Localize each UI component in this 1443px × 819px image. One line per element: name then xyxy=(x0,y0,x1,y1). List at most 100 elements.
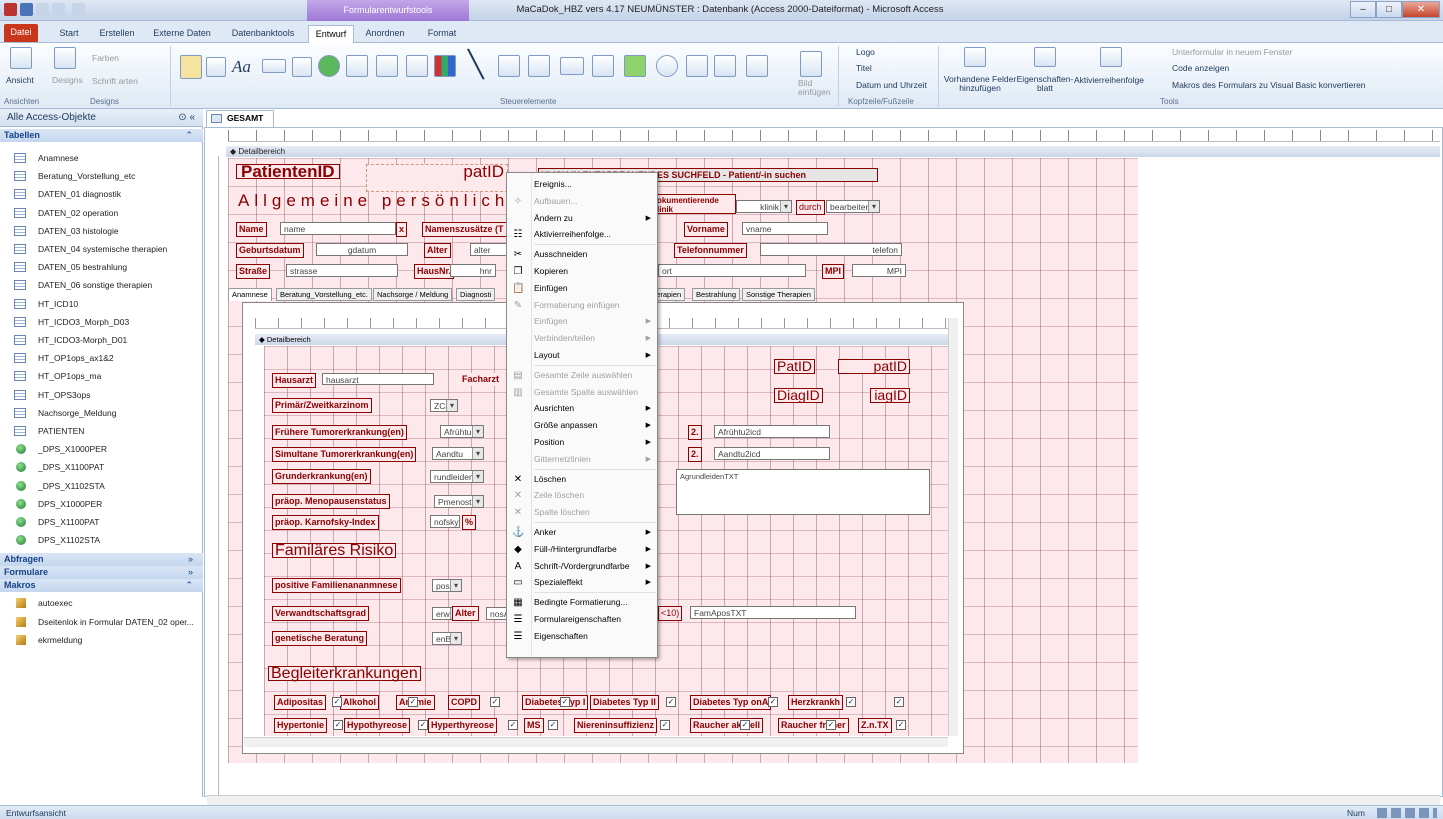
hausnr-field[interactable]: hnr xyxy=(450,264,496,277)
grundleiden-text-field[interactable]: AgrundleidenTXT xyxy=(676,469,930,515)
aktivierreihenfolge-button[interactable]: Aktivierreihenfolge xyxy=(1074,75,1144,85)
insert-image-icon[interactable] xyxy=(800,51,822,77)
begleit-checkbox[interactable]: ✓ xyxy=(666,697,676,707)
context-menu-item[interactable]: ✕ Spalte löschen xyxy=(507,504,657,521)
button-tool-icon[interactable] xyxy=(262,59,286,73)
nav-table-item[interactable]: HT_ICDO3_Morph_D03 xyxy=(0,313,203,331)
chart-tool-icon[interactable] xyxy=(434,55,456,77)
document-tab-gesamt[interactable]: GESAMT xyxy=(206,110,274,127)
nav-linked-table-item[interactable]: _DPS_X1000PER xyxy=(0,440,203,458)
context-menu-item[interactable]: Gitternetzlinien ▶ xyxy=(507,451,657,468)
logo-button[interactable]: Logo xyxy=(856,47,875,57)
context-menu-item[interactable]: ☷ Aktivierreihenfolge... xyxy=(507,226,657,243)
eigenschaftenblatt-button[interactable]: Eigenschaften- blatt xyxy=(1016,75,1074,93)
bild-einfuegen-button[interactable]: Bild einfügen xyxy=(798,79,831,97)
tab-erstellen[interactable]: Erstellen xyxy=(92,25,142,43)
mpi-field[interactable]: MPI xyxy=(852,264,906,277)
farben-button[interactable]: Farben xyxy=(92,53,119,63)
context-menu-item[interactable]: ✂ Ausschneiden xyxy=(507,246,657,263)
nav-category-tabellen[interactable]: Tabellen ⌃ xyxy=(0,129,203,142)
subtab-item[interactable]: Bestrahlung xyxy=(692,288,741,301)
context-menu-item[interactable]: ⚓ Anker ▶ xyxy=(507,524,657,541)
vorhandene-felder-button[interactable]: Vorhandene Felder hinzufügen xyxy=(942,75,1018,93)
context-menu-item[interactable]: 📋 Einfügen xyxy=(507,280,657,297)
ansicht-button[interactable]: Ansicht xyxy=(6,75,34,85)
context-menu-item[interactable]: Größe anpassen ▶ xyxy=(507,417,657,434)
patientenid-label[interactable]: PatientenID xyxy=(236,163,340,180)
designs-button[interactable]: Designs xyxy=(52,75,83,85)
schriftarten-button[interactable]: Schrift arten xyxy=(92,76,138,86)
toggle-icon[interactable] xyxy=(498,55,520,77)
vorname-field[interactable]: vname xyxy=(742,222,828,235)
nav-table-item[interactable]: HT_OP1ops_ax1&2 xyxy=(0,349,203,367)
begleit-checkbox[interactable]: ✓ xyxy=(896,720,906,730)
name-field[interactable]: name xyxy=(280,222,396,235)
nav-macro-item[interactable]: autoexec xyxy=(0,594,203,612)
hyperlink-icon[interactable] xyxy=(318,55,340,77)
navigation-icon[interactable] xyxy=(346,55,368,77)
datum-uhrzeit-button[interactable]: Datum und Uhrzeit xyxy=(856,80,927,90)
tab-externe-daten[interactable]: Externe Daten xyxy=(150,25,214,43)
strasse-field[interactable]: strasse xyxy=(286,264,398,277)
titel-button[interactable]: Titel xyxy=(856,63,872,73)
nav-table-item[interactable]: HT_ICD10 xyxy=(0,295,203,313)
diagid-field[interactable]: iagID xyxy=(870,388,910,403)
view-icon[interactable] xyxy=(10,47,32,69)
bearbeiter-combo[interactable]: bearbeiter xyxy=(826,200,880,213)
redo-icon[interactable] xyxy=(52,3,65,16)
afruehu-combo[interactable]: Afrühtu xyxy=(440,425,484,438)
aandtu-combo[interactable]: Aandtu xyxy=(432,447,484,460)
begleit-checkbox[interactable]: ✓ xyxy=(660,720,670,730)
checkbox-tool-icon[interactable] xyxy=(592,55,614,77)
context-menu-item[interactable]: Ereignis... xyxy=(507,176,657,193)
nav-table-item[interactable]: Nachsorge_Meldung xyxy=(0,404,203,422)
grund-combo[interactable]: rundleiden xyxy=(430,470,484,483)
tab-order-icon[interactable] xyxy=(1100,47,1122,67)
context-menu-item[interactable]: A Schrift-/Vordergrundfarbe ▶ xyxy=(507,558,657,575)
nav-linked-table-item[interactable]: DPS_X1100PAT xyxy=(0,513,203,531)
option-group-icon[interactable] xyxy=(376,55,398,77)
begleit-checkbox[interactable]: ✓ xyxy=(740,720,750,730)
begleit-checkbox[interactable]: ✓ xyxy=(490,697,500,707)
property-sheet-icon[interactable] xyxy=(1034,47,1056,67)
textbox-icon[interactable] xyxy=(206,57,226,77)
context-menu-item[interactable]: ✕ Löschen xyxy=(507,471,657,488)
begleit-checkbox[interactable]: ✓ xyxy=(768,697,778,707)
tab-entwurf[interactable]: Entwurf xyxy=(308,25,354,43)
view-switcher-icons[interactable] xyxy=(1377,808,1437,818)
alter-sub-field[interactable]: nosA xyxy=(486,607,508,620)
nav-linked-table-item[interactable]: _DPS_X1102STA xyxy=(0,477,203,495)
context-menu-item[interactable]: ✎ Formatierung einfügen xyxy=(507,297,657,314)
telefon-field[interactable]: telefon xyxy=(760,243,902,256)
save-icon[interactable] xyxy=(20,3,33,16)
minimize-button[interactable]: – xyxy=(1350,1,1376,18)
nav-table-item[interactable]: Beratung_Vorstellung_etc xyxy=(0,167,203,185)
context-menu-item[interactable]: Position ▶ xyxy=(507,434,657,451)
begleit-checkbox[interactable]: ✓ xyxy=(826,720,836,730)
context-menu-item[interactable]: ▤ Gesamte Zeile auswählen xyxy=(507,367,657,384)
nav-table-item[interactable]: Anamnese xyxy=(0,149,203,167)
context-menu-item[interactable]: ▦ Bedingte Formatierung... xyxy=(507,594,657,611)
maximize-button[interactable]: □ xyxy=(1376,1,1402,18)
subtab-item[interactable]: Sonstige Therapien xyxy=(742,288,815,301)
code-anzeigen-button[interactable]: Code anzeigen xyxy=(1172,63,1229,73)
line-tool-icon[interactable]: ╲ xyxy=(468,51,484,77)
begleit-checkbox[interactable]: ✓ xyxy=(508,720,518,730)
begleit-checkbox[interactable]: ✓ xyxy=(846,697,856,707)
tab-format[interactable]: Format xyxy=(422,25,462,43)
patid-sub-field[interactable]: patID xyxy=(838,359,910,374)
context-menu-item[interactable]: Layout ▶ xyxy=(507,347,657,364)
context-menu-item[interactable]: Einfügen ▶ xyxy=(507,313,657,330)
aandtu2-field[interactable]: Aandtu2icd xyxy=(714,447,830,460)
nav-table-item[interactable]: DATEN_02 operation xyxy=(0,204,203,222)
klinik-combo[interactable]: klinik xyxy=(736,200,792,213)
ort-field[interactable]: ort xyxy=(658,264,806,277)
add-fields-icon[interactable] xyxy=(964,47,986,67)
nav-table-item[interactable]: DATEN_05 bestrahlung xyxy=(0,258,203,276)
begleit-checkbox[interactable]: ✓ xyxy=(408,697,418,707)
tab-start[interactable]: Start xyxy=(52,25,86,43)
begleit-checkbox[interactable]: ✓ xyxy=(333,720,343,730)
bound-object-icon[interactable] xyxy=(714,55,736,77)
alter-field[interactable]: alter xyxy=(470,243,508,256)
gdatum-field[interactable]: gdatum xyxy=(316,243,408,256)
